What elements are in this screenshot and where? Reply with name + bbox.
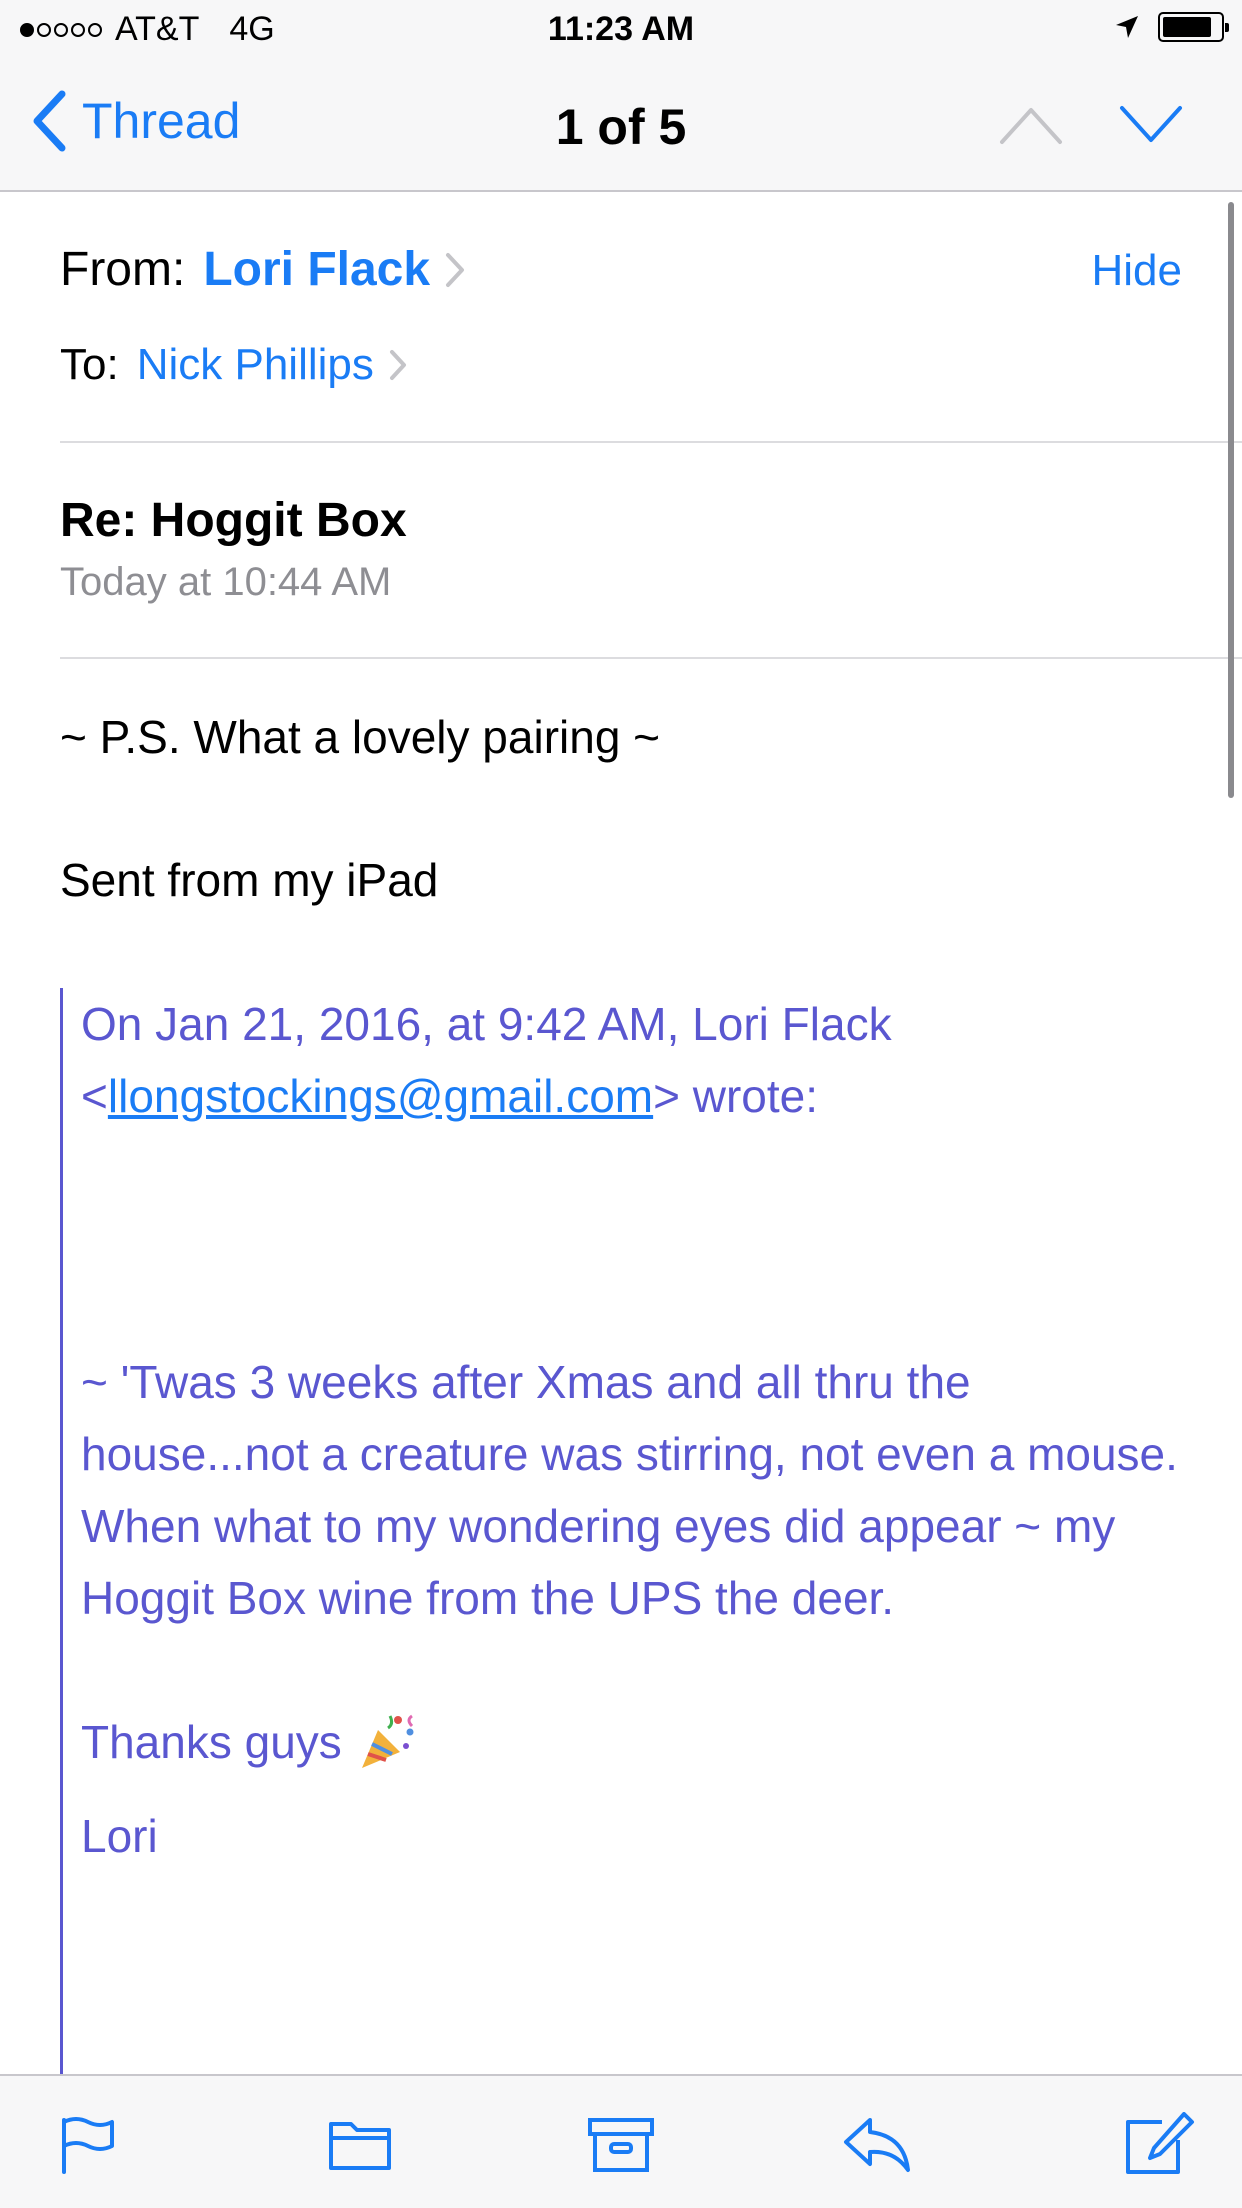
- quote-signoff: Lori: [81, 1810, 158, 1862]
- navigation-bar: Thread 1 of 5: [0, 60, 1242, 192]
- scrollbar[interactable]: [1228, 202, 1234, 798]
- previous-message-chevron-up-icon[interactable]: [996, 102, 1066, 148]
- status-time: 11:23 AM: [547, 10, 695, 48]
- quote-attribution-suffix: > wrote:: [653, 1070, 819, 1122]
- flag-icon[interactable]: [50, 2112, 124, 2176]
- next-message-chevron-down-icon[interactable]: [1116, 102, 1186, 148]
- mail-message-screen: AT&T 4G 11:23 AM Thread 1 of 5 From: Lor…: [0, 0, 1242, 2208]
- quote-message-text: ~ 'Twas 3 weeks after Xmas and all thru …: [81, 1356, 1178, 1624]
- message-date: Today at 10:44 AM: [60, 560, 392, 604]
- from-row: From: Lori Flack: [60, 242, 466, 297]
- header-divider: [60, 441, 1242, 443]
- folder-icon[interactable]: [323, 2112, 397, 2176]
- chevron-right-icon: [446, 252, 465, 287]
- quote-email-link[interactable]: llongstockings@gmail.com: [108, 1070, 653, 1122]
- battery-icon: [1158, 12, 1229, 42]
- hide-details-button[interactable]: Hide: [1092, 246, 1183, 296]
- quote-thanks-text: Thanks guys: [81, 1716, 342, 1768]
- to-row: To: Nick Phillips: [60, 340, 408, 390]
- status-right: [1114, 12, 1229, 42]
- bottom-toolbar: [0, 2074, 1242, 2208]
- to-label: To:: [60, 340, 119, 389]
- location-arrow-icon: [1116, 16, 1138, 38]
- sender-name[interactable]: Lori Flack: [203, 242, 430, 297]
- quote-thanks-row: Thanks guys: [81, 1706, 420, 1778]
- status-bar: AT&T 4G 11:23 AM: [0, 0, 1242, 60]
- message-subject: Re: Hoggit Box: [60, 494, 407, 547]
- subject-divider: [60, 657, 1242, 659]
- party-popper-icon: [361, 1714, 414, 1768]
- archive-icon[interactable]: [584, 2112, 658, 2176]
- chevron-right-icon: [389, 350, 406, 380]
- reply-icon[interactable]: [840, 2112, 914, 2176]
- message-navigation: [946, 102, 1186, 148]
- body-postscript: ~ P.S. What a lovely pairing ~: [60, 711, 661, 763]
- body-signature: Sent from my iPad: [60, 854, 439, 906]
- from-label: From:: [60, 243, 186, 296]
- compose-icon[interactable]: [1122, 2112, 1196, 2176]
- quote-attribution: On Jan 21, 2016, at 9:42 AM, Lori Flack …: [81, 988, 1171, 1132]
- quoted-message: On Jan 21, 2016, at 9:42 AM, Lori Flack …: [60, 988, 1190, 2076]
- recipient-name[interactable]: Nick Phillips: [137, 340, 374, 390]
